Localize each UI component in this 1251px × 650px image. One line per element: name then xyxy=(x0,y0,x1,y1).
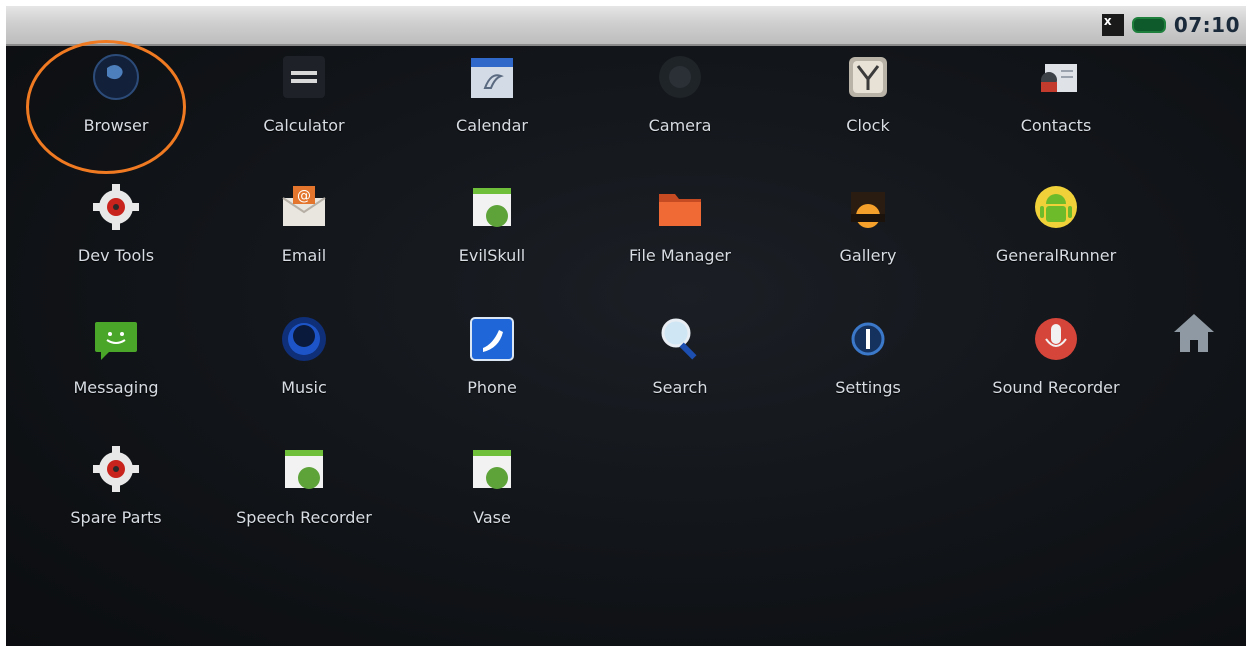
app-label: Vase xyxy=(473,508,511,527)
app-label: Search xyxy=(652,378,708,397)
app-settings[interactable]: Settings xyxy=(778,306,958,426)
microphone-icon xyxy=(1035,318,1077,360)
no-signal-icon: x xyxy=(1101,14,1124,36)
app-email[interactable]: @ Email xyxy=(214,174,394,294)
app-label: Messaging xyxy=(73,378,159,397)
app-phone[interactable]: Phone xyxy=(402,306,582,426)
app-label: Contacts xyxy=(1020,116,1092,135)
app-gallery[interactable]: Gallery xyxy=(778,174,958,294)
app-vase[interactable]: Vase xyxy=(402,436,582,556)
calendar-icon xyxy=(471,58,513,98)
gear-icon xyxy=(93,184,139,230)
gear-icon xyxy=(93,446,139,492)
messaging-icon xyxy=(95,322,137,360)
status-time: 07:10 xyxy=(1173,13,1240,37)
app-clock[interactable]: Clock xyxy=(778,44,958,164)
app-messaging[interactable]: Messaging xyxy=(26,306,206,426)
music-icon xyxy=(282,317,326,361)
app-label: Camera xyxy=(648,116,712,135)
app-file-manager[interactable]: File Manager xyxy=(590,174,770,294)
app-search[interactable]: Search xyxy=(590,306,770,426)
clock-icon xyxy=(849,57,887,97)
app-label: Email xyxy=(281,246,327,265)
status-bar: x 07:10 xyxy=(6,6,1246,46)
app-label: Gallery xyxy=(839,246,897,265)
app-label: GeneralRunner xyxy=(995,246,1117,265)
camera-icon xyxy=(659,56,701,98)
app-label: Music xyxy=(281,378,327,397)
app-label: Spare Parts xyxy=(70,508,162,527)
status-indicators: x 07:10 xyxy=(1101,12,1240,38)
home-icon[interactable] xyxy=(1170,310,1218,356)
app-label: Settings xyxy=(835,378,901,397)
browser-highlight-ring xyxy=(26,40,186,174)
android-robot-icon xyxy=(1035,186,1077,228)
app-music[interactable]: Music xyxy=(214,306,394,426)
app-label: File Manager xyxy=(629,246,731,265)
svg-text:@: @ xyxy=(297,188,311,204)
android-app-icon xyxy=(473,188,511,227)
calculator-icon xyxy=(283,56,325,98)
app-label: Calendar xyxy=(456,116,528,135)
app-calendar[interactable]: Calendar xyxy=(402,44,582,164)
app-camera[interactable]: Camera xyxy=(590,44,770,164)
android-app-icon xyxy=(473,450,511,489)
magnifier-icon xyxy=(661,318,697,360)
launcher-screen: x 07:10 Browser Calculator Calendar Came… xyxy=(6,6,1246,646)
email-icon: @ xyxy=(282,186,326,226)
gallery-icon xyxy=(851,192,885,228)
app-contacts[interactable]: Contacts xyxy=(966,44,1146,164)
app-label: Clock xyxy=(846,116,890,135)
app-calculator[interactable]: Calculator xyxy=(214,44,394,164)
app-dev-tools[interactable]: Dev Tools xyxy=(26,174,206,294)
settings-icon xyxy=(851,322,885,356)
folder-icon xyxy=(659,194,701,226)
app-generalrunner[interactable]: GeneralRunner xyxy=(966,174,1146,294)
app-label: Calculator xyxy=(263,116,345,135)
app-label: Sound Recorder xyxy=(992,378,1120,397)
app-spare-parts[interactable]: Spare Parts xyxy=(26,436,206,556)
app-evilskull[interactable]: EvilSkull xyxy=(402,174,582,294)
app-label: EvilSkull xyxy=(458,246,526,265)
app-label: Speech Recorder xyxy=(236,508,372,527)
app-sound-recorder[interactable]: Sound Recorder xyxy=(966,306,1146,426)
app-label: Phone xyxy=(467,378,517,397)
battery-icon xyxy=(1131,17,1166,33)
app-label: Dev Tools xyxy=(77,246,155,265)
android-app-icon xyxy=(285,450,323,489)
contacts-icon xyxy=(1041,64,1077,92)
app-speech-recorder[interactable]: Speech Recorder xyxy=(214,436,394,556)
phone-icon xyxy=(470,317,514,361)
